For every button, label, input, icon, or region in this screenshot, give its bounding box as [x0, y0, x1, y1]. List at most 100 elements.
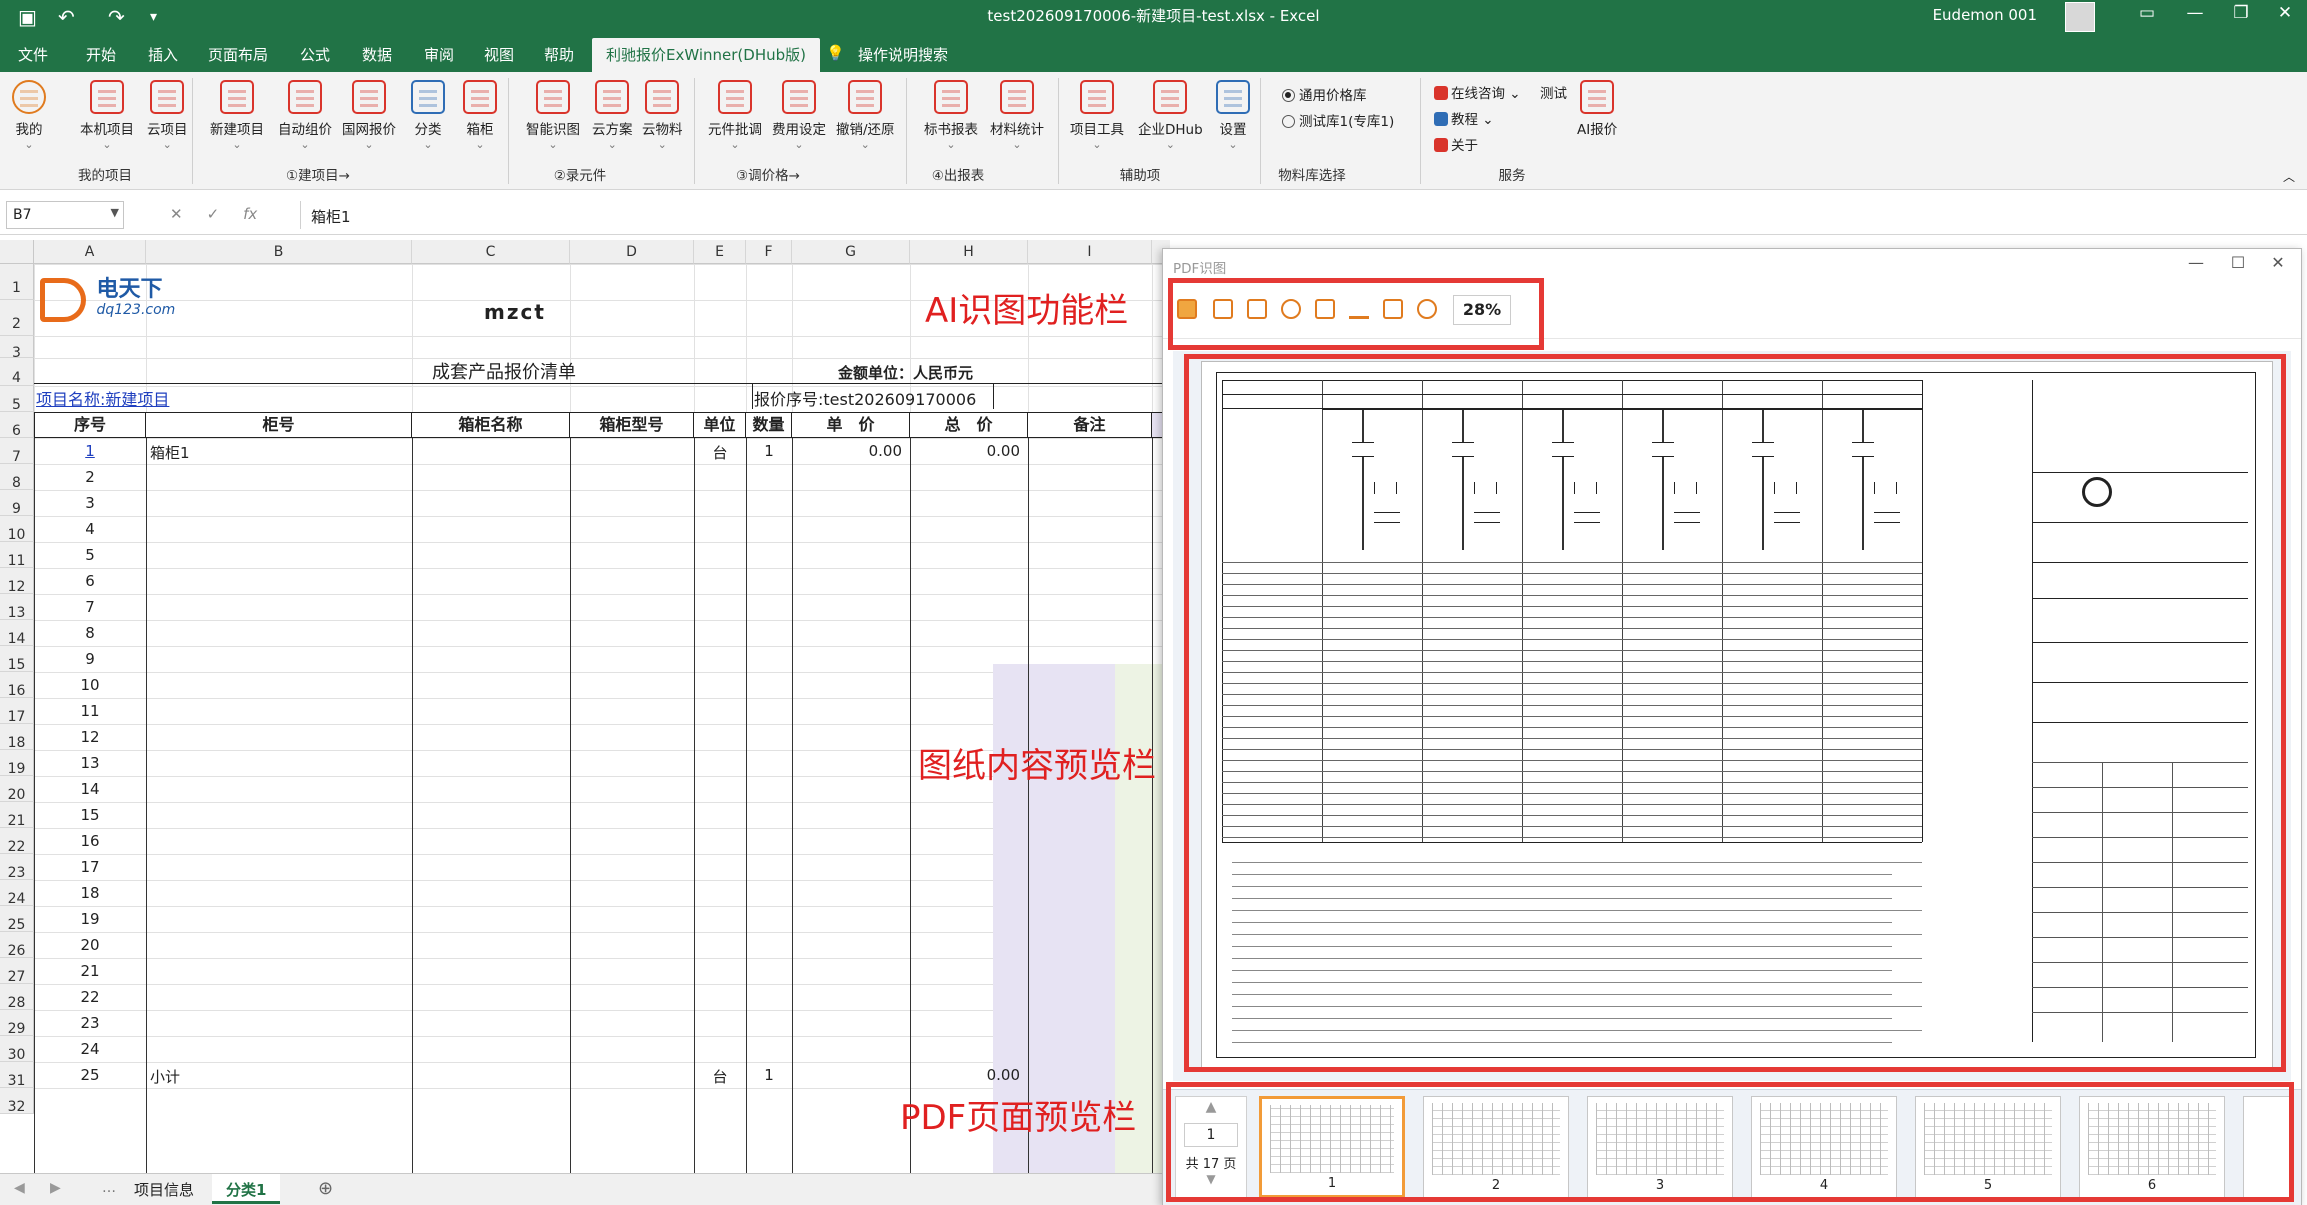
row-header[interactable]: 18 [0, 724, 34, 751]
price-lib-test-radio[interactable]: 测试库1(专库1) [1282, 110, 1394, 130]
row-header[interactable]: 26 [0, 932, 34, 959]
row-header[interactable]: 31 [0, 1062, 34, 1089]
user-name[interactable]: Eudemon 001 [1933, 6, 2037, 24]
ribbon-button-13[interactable]: 撤销/还原 ⌄ [836, 80, 895, 151]
unit-cell[interactable]: 台 [694, 442, 746, 463]
minimize-icon[interactable]: — [2175, 3, 2215, 23]
column-header[interactable]: E [694, 240, 746, 264]
seq-cell[interactable]: 10 [34, 676, 146, 694]
menu-view[interactable]: 视图 [484, 44, 514, 65]
total-cell[interactable]: 0.00 [914, 1066, 1020, 1084]
cabinet-name[interactable]: 箱柜1 [150, 442, 190, 463]
seq-cell[interactable]: 24 [34, 1040, 146, 1058]
row-header[interactable]: 15 [0, 646, 34, 673]
seq-cell[interactable]: 7 [34, 598, 146, 616]
ribbon-button-5[interactable]: 国网报价 ⌄ [342, 80, 396, 151]
seq-cell[interactable]: 2 [34, 468, 146, 486]
ribbon-button-14[interactable]: 标书报表 ⌄ [924, 80, 978, 151]
ribbon-button-18[interactable]: 设置 ⌄ [1216, 80, 1250, 151]
ribbon-display-icon[interactable]: ▭ [2127, 3, 2167, 23]
menu-data[interactable]: 数据 [362, 44, 392, 65]
ribbon-button-3[interactable]: 新建项目 ⌄ [210, 80, 264, 151]
row-header[interactable]: 4 [0, 358, 34, 386]
close-icon[interactable]: ✕ [2261, 253, 2295, 272]
minimize-icon[interactable]: — [2179, 253, 2213, 272]
column-header[interactable]: B [146, 240, 412, 264]
unit-cell[interactable]: 台 [694, 1066, 746, 1087]
row-header[interactable]: 30 [0, 1036, 34, 1063]
subtotal-label[interactable]: 小计 [150, 1066, 180, 1087]
qty-cell[interactable]: 1 [746, 1066, 792, 1084]
confirm-icon[interactable]: ✓ [207, 205, 220, 223]
seq-cell[interactable]: 5 [34, 546, 146, 564]
seq-cell[interactable]: 17 [34, 858, 146, 876]
row-header[interactable]: 17 [0, 698, 34, 725]
row-header[interactable]: 2 [0, 300, 34, 336]
tutorial-button[interactable]: 教程 ⌄ [1434, 108, 1494, 128]
name-box[interactable]: B7 ▼ [6, 201, 124, 229]
seq-cell[interactable]: 22 [34, 988, 146, 1006]
row-header[interactable]: 12 [0, 568, 34, 595]
project-name[interactable]: 项目名称:新建项目 [36, 386, 169, 410]
test-button[interactable]: 测试 [1540, 82, 1567, 102]
seq-cell[interactable]: 21 [34, 962, 146, 980]
ribbon-button-19[interactable]: AI报价 [1577, 80, 1617, 138]
menu-file[interactable]: 文件 [18, 44, 48, 65]
menu-search[interactable]: 操作说明搜索 [858, 44, 948, 65]
row-header[interactable]: 27 [0, 958, 34, 985]
ribbon-button-7[interactable]: 箱柜 ⌄ [463, 80, 497, 151]
avatar[interactable] [2065, 2, 2095, 32]
row-header[interactable]: 16 [0, 672, 34, 699]
ribbon-button-0[interactable]: 我的 ⌄ [12, 80, 46, 151]
price-cell[interactable]: 0.00 [796, 442, 902, 460]
close-icon[interactable]: ✕ [2265, 3, 2305, 23]
row-header[interactable]: 5 [0, 386, 34, 413]
ribbon-button-2[interactable]: 云项目 ⌄ [147, 80, 188, 151]
row-header[interactable]: 3 [0, 336, 34, 361]
tab-next-icon[interactable]: ▶ [50, 1180, 61, 1196]
column-header[interactable]: D [570, 240, 694, 264]
row-header[interactable]: 29 [0, 1010, 34, 1037]
row-header[interactable]: 14 [0, 620, 34, 647]
tab-category-1[interactable]: 分类1 [212, 1174, 281, 1204]
row-header[interactable]: 19 [0, 750, 34, 777]
seq-cell[interactable]: 9 [34, 650, 146, 668]
row-header[interactable]: 7 [0, 438, 34, 465]
row-header[interactable]: 24 [0, 880, 34, 907]
row-header[interactable]: 9 [0, 490, 34, 517]
seq-cell[interactable]: 19 [34, 910, 146, 928]
row-header[interactable]: 6 [0, 412, 34, 439]
column-header[interactable]: H [910, 240, 1028, 264]
seq-cell[interactable]: 12 [34, 728, 146, 746]
column-header[interactable]: C [412, 240, 570, 264]
ribbon-button-11[interactable]: 元件批调 ⌄ [708, 80, 762, 151]
about-button[interactable]: 关于 [1434, 134, 1478, 154]
column-header[interactable]: G [792, 240, 910, 264]
seq-link[interactable]: 1 [34, 442, 146, 460]
row-header[interactable]: 8 [0, 464, 34, 491]
column-header[interactable]: I [1028, 240, 1152, 264]
seq-cell[interactable]: 18 [34, 884, 146, 902]
seq-cell[interactable]: 15 [34, 806, 146, 824]
row-header[interactable]: 20 [0, 776, 34, 803]
seq-cell[interactable]: 3 [34, 494, 146, 512]
ribbon-button-1[interactable]: 本机项目 ⌄ [80, 80, 134, 151]
row-header[interactable]: 32 [0, 1088, 34, 1115]
ribbon-button-16[interactable]: 项目工具 ⌄ [1070, 80, 1124, 151]
seq-cell[interactable]: 13 [34, 754, 146, 772]
formula-input[interactable]: 箱柜1 [300, 201, 2295, 229]
column-header[interactable]: F [746, 240, 792, 264]
row-header[interactable]: 22 [0, 828, 34, 855]
ribbon-button-6[interactable]: 分类 ⌄ [411, 80, 445, 151]
row-header[interactable]: 13 [0, 594, 34, 621]
seq-cell[interactable]: 14 [34, 780, 146, 798]
menu-formulas[interactable]: 公式 [300, 44, 330, 65]
ribbon-button-10[interactable]: 云物料 ⌄ [642, 80, 683, 151]
menu-review[interactable]: 审阅 [424, 44, 454, 65]
menu-home[interactable]: 开始 [86, 44, 116, 65]
row-header[interactable]: 28 [0, 984, 34, 1011]
ribbon-button-8[interactable]: 智能识图 ⌄ [526, 80, 580, 151]
tab-prev-icon[interactable]: ◀ [14, 1180, 25, 1196]
ribbon-button-9[interactable]: 云方案 ⌄ [592, 80, 633, 151]
cancel-icon[interactable]: ✕ [170, 205, 183, 223]
